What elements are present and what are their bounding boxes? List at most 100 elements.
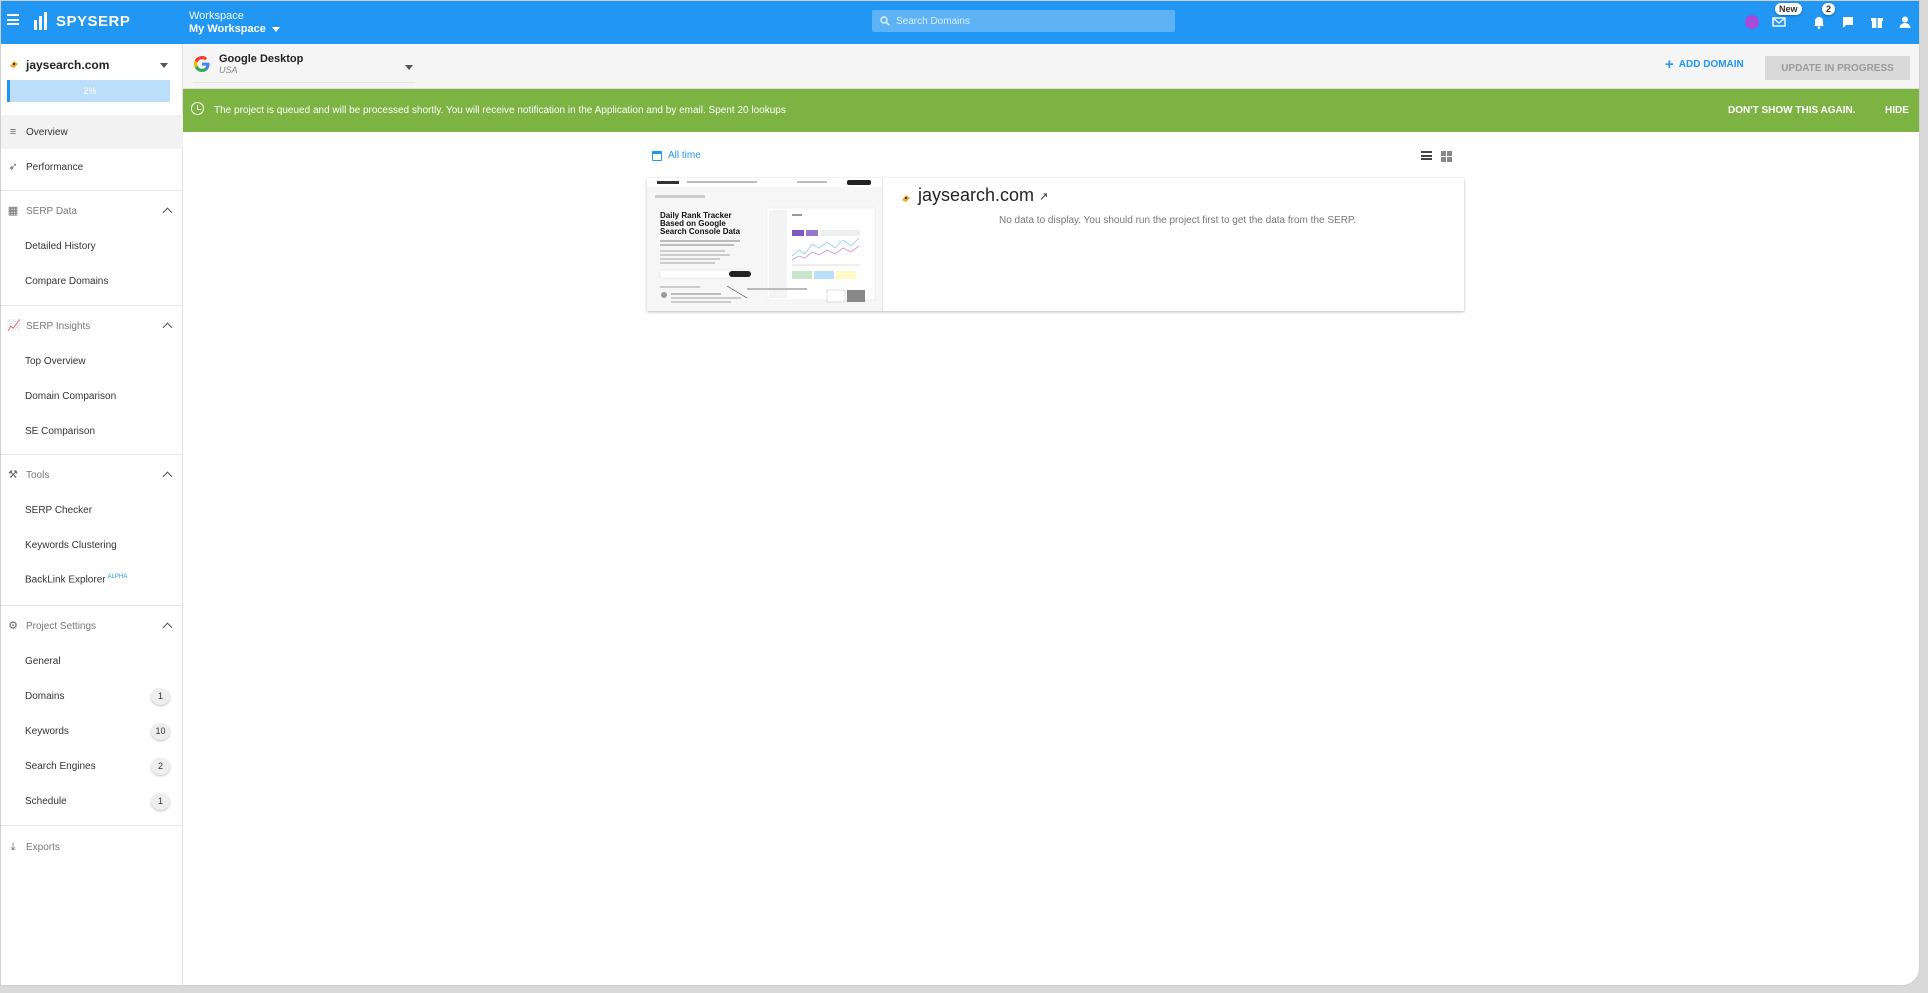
add-domain-button[interactable]: + ADD DOMAIN <box>1665 57 1744 72</box>
sidebar-item-domains[interactable]: Domains 1 <box>1 679 183 713</box>
search-input[interactable] <box>896 15 1156 27</box>
chevron-up-icon <box>162 622 173 633</box>
search-engine-name: Google Desktop <box>219 53 304 65</box>
caret-down-icon[interactable] <box>405 65 413 70</box>
sidebar-item-label: Compare Domains <box>25 275 109 287</box>
count-badge: 1 <box>151 792 170 810</box>
add-domain-label: ADD DOMAIN <box>1678 59 1744 70</box>
thumbnail-headline: Search Console Data <box>660 227 741 236</box>
project-name: jaysearch.com <box>26 58 110 72</box>
search-engine-selector[interactable]: Google Desktop USA <box>193 53 303 75</box>
sidebar-item-schedule[interactable]: Schedule 1 <box>1 784 183 818</box>
sidebar-item-exports[interactable]: ⤓ Exports <box>1 830 183 864</box>
sidebar-section-serp-data[interactable]: ▦ SERP Data <box>1 194 183 228</box>
sidebar-item-label: Overview <box>26 126 68 138</box>
sidebar-item-se-comparison[interactable]: SE Comparison <box>1 414 183 448</box>
sidebar-item-label: Keywords <box>25 725 69 737</box>
gift-icon[interactable] <box>1870 15 1884 29</box>
caret-down-icon <box>160 63 168 68</box>
sidebar-item-label: Search Engines <box>25 760 96 772</box>
account-icon[interactable] <box>1898 15 1912 29</box>
gear-icon: ⚙ <box>8 620 18 632</box>
envelope-icon[interactable] <box>1772 15 1786 29</box>
sidebar-item-general[interactable]: General <box>1 644 183 678</box>
domain-name: jaysearch.com <box>918 185 1035 205</box>
view-toggle <box>1421 151 1452 162</box>
sidebar-section-label: SERP Data <box>26 205 77 217</box>
chevron-up-icon <box>162 471 173 482</box>
sidebar-section-tools[interactable]: ⚒ Tools <box>1 458 183 492</box>
sidebar-item-label: SE Comparison <box>25 425 96 437</box>
google-icon <box>194 56 210 72</box>
alpha-badge: ALPHA <box>107 574 128 581</box>
logo-text: SPYSERP <box>56 12 131 30</box>
chevron-up-icon <box>162 322 173 333</box>
sidebar-item-label: BackLink Explorer <box>25 574 106 586</box>
site-screenshot-thumbnail: Daily Rank Tracker Based on Google Searc… <box>647 178 883 311</box>
menu-icon[interactable] <box>7 14 19 25</box>
grid-view-icon[interactable] <box>1441 151 1452 162</box>
bell-icon[interactable] <box>1812 15 1826 29</box>
divider <box>1 454 183 455</box>
sidebar-item-label: General <box>25 655 61 667</box>
project-selector[interactable]: jaysearch.com 2% <box>1 44 183 110</box>
caret-down-icon <box>271 27 280 32</box>
divider <box>1 190 183 191</box>
new-badge: New <box>1775 3 1802 15</box>
download-icon: ⤓ <box>10 841 16 853</box>
divider <box>1 605 183 606</box>
period-label: All time <box>668 150 701 161</box>
list-view-icon[interactable] <box>1421 151 1432 160</box>
sidebar-item-performance[interactable]: ➶ Performance <box>1 150 183 184</box>
sidebar-section-label: Tools <box>26 469 50 481</box>
sidebar-item-search-engines[interactable]: Search Engines 2 <box>1 749 183 783</box>
chevron-up-icon <box>162 207 173 218</box>
sidebar-section-label: SERP Insights <box>26 320 91 332</box>
sidebar-item-label: Performance <box>26 161 84 173</box>
external-link-icon[interactable]: ↗ <box>1039 190 1048 203</box>
sidebar-item-detailed-history[interactable]: Detailed History <box>1 229 183 263</box>
project-favicon-icon <box>10 61 18 68</box>
sidebar-item-label: Keywords Clustering <box>25 539 117 551</box>
toolbox-icon: ⚒ <box>8 469 18 481</box>
sidebar-item-keywords[interactable]: Keywords 10 <box>1 714 183 748</box>
calendar-icon <box>652 150 662 161</box>
sidebar-item-serp-checker[interactable]: SERP Checker <box>1 493 183 527</box>
update-in-progress-button[interactable]: UPDATE IN PROGRESS <box>1765 56 1910 80</box>
clock-icon <box>191 102 204 115</box>
sidebar-section-serp-insights[interactable]: 📈 SERP Insights <box>1 309 183 343</box>
sidebar: jaysearch.com 2% ≡ Overview ➶ Performanc… <box>1 44 183 985</box>
table-icon: ▦ <box>7 205 19 217</box>
notification-count-badge: 2 <box>1822 3 1836 15</box>
no-data-message: No data to display. You should run the p… <box>999 215 1357 226</box>
sidebar-item-compare-domains[interactable]: Compare Domains <box>1 264 183 298</box>
logo[interactable]: SPYSERP <box>34 12 130 30</box>
sidebar-section-project-settings[interactable]: ⚙ Project Settings <box>1 609 183 643</box>
top-bar: SPYSERP Workspace My Workspace New 2 <box>1 1 1919 44</box>
sidebar-item-label: Domain Comparison <box>25 390 117 402</box>
sidebar-item-label: Top Overview <box>25 355 86 367</box>
sidebar-item-label: Exports <box>26 841 60 853</box>
workspace-value: My Workspace <box>189 23 266 35</box>
user-avatar[interactable] <box>1745 15 1759 29</box>
count-badge: 10 <box>151 722 170 740</box>
chat-icon[interactable] <box>1841 15 1855 29</box>
sidebar-item-overview[interactable]: ≡ Overview <box>1 115 183 149</box>
hide-banner-button[interactable]: HIDE <box>1885 105 1909 116</box>
workspace-selector[interactable]: Workspace My Workspace <box>189 10 280 36</box>
sidebar-item-label: Schedule <box>25 795 67 807</box>
sidebar-item-top-overview[interactable]: Top Overview <box>1 344 183 378</box>
search-engine-country: USA <box>219 65 238 75</box>
app-window: SPYSERP Workspace My Workspace New 2 <box>0 0 1920 986</box>
sidebar-item-label: SERP Checker <box>25 504 93 516</box>
dont-show-again-button[interactable]: DON'T SHOW THIS AGAIN. <box>1728 105 1856 116</box>
sidebar-item-label: Domains <box>25 690 65 702</box>
sidebar-item-backlink-explorer[interactable]: BackLink Explorer ALPHA <box>1 563 183 597</box>
search-engine-bar: Google Desktop USA + ADD DOMAIN UPDATE I… <box>183 44 1919 89</box>
domain-card[interactable]: Daily Rank Tracker Based on Google Searc… <box>647 178 1464 311</box>
rocket-icon: ➶ <box>8 161 18 173</box>
sidebar-item-keywords-clustering[interactable]: Keywords Clustering <box>1 528 183 562</box>
count-badge: 1 <box>151 687 170 705</box>
period-filter[interactable]: All time <box>652 150 701 161</box>
sidebar-item-domain-comparison[interactable]: Domain Comparison <box>1 379 183 413</box>
